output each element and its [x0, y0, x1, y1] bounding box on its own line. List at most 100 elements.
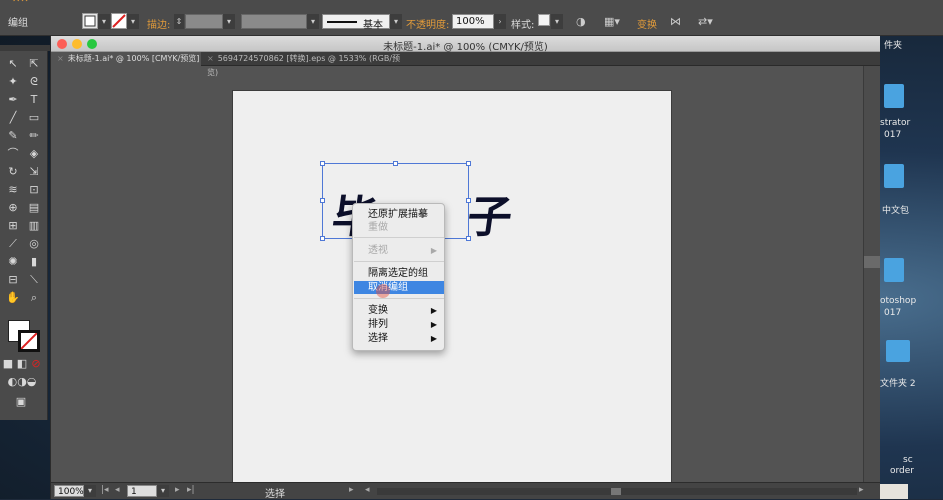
stroke-dropdown[interactable]: ▾	[127, 14, 139, 29]
line-tool-icon[interactable]: ╱	[4, 111, 22, 125]
stroke-weight-label[interactable]: 描边:	[147, 16, 170, 31]
align-grid-icon[interactable]: ▦▾	[604, 15, 620, 28]
resize-handle[interactable]	[320, 161, 325, 166]
rectangle-tool-icon[interactable]: ▭	[25, 111, 43, 125]
tab-document-2[interactable]: ×5694724570862 [转换].eps @ 1533% (RGB/预览)	[201, 52, 411, 66]
scroll-thumb[interactable]	[864, 256, 880, 268]
none-mode-icon[interactable]: ⊘	[30, 357, 42, 371]
blob-brush-tool-icon[interactable]: ⌒	[4, 147, 22, 161]
artboard-dropdown[interactable]: ▾	[157, 485, 169, 497]
column-graph-tool-icon[interactable]: ▮	[25, 255, 43, 269]
stroke-weight-field[interactable]	[185, 14, 223, 29]
close-tab-icon[interactable]: ×	[207, 54, 214, 63]
gradient-tool-icon[interactable]: ▥	[25, 219, 43, 233]
screen-mode-icon[interactable]: ▣	[12, 395, 30, 409]
mesh-tool-icon[interactable]: ⊞	[4, 219, 22, 233]
transform-link[interactable]: 变换	[637, 16, 657, 31]
submenu-arrow-icon: ▶	[431, 304, 437, 317]
resize-handle[interactable]	[466, 198, 471, 203]
eyedropper-tool-icon[interactable]: ⟋	[4, 237, 22, 251]
vertical-scrollbar[interactable]	[863, 66, 880, 482]
close-tab-icon[interactable]: ×	[57, 54, 64, 63]
isolate-icon[interactable]: ⋈	[670, 15, 681, 28]
menu-separator	[354, 237, 444, 238]
variable-width-dropdown[interactable]: ▾	[307, 14, 319, 29]
fill-dropdown[interactable]: ▾	[98, 14, 110, 29]
stroke-weight-stepper[interactable]: ⇕	[174, 14, 184, 29]
resize-handle[interactable]	[320, 236, 325, 241]
direct-selection-tool-icon[interactable]: ⇱	[25, 57, 43, 71]
next-artboard-icon[interactable]: ▸	[175, 485, 180, 495]
color-mode-icon[interactable]: ■	[2, 357, 14, 371]
hand-tool-icon[interactable]: ✋	[4, 291, 22, 305]
blend-tool-icon[interactable]: ◎	[25, 237, 43, 251]
window-title: 未标题-1.ai* @ 100% (CMYK/预览)	[51, 38, 880, 53]
zoom-tool-icon[interactable]: ⌕	[25, 291, 43, 305]
shape-builder-tool-icon[interactable]: ⊕	[4, 201, 22, 215]
resize-handle[interactable]	[320, 198, 325, 203]
perspective-grid-tool-icon[interactable]: ▤	[25, 201, 43, 215]
artboard[interactable]: 毕 子	[232, 90, 672, 490]
opacity-dropdown[interactable]: ›	[494, 14, 506, 29]
gradient-mode-icon[interactable]: ◧	[16, 357, 28, 371]
slice-tool-icon[interactable]: ⟍	[25, 273, 43, 287]
zoom-dropdown[interactable]: ▾	[84, 485, 96, 497]
fill-swatch[interactable]	[82, 13, 98, 29]
tab-document-1[interactable]: ×未标题-1.ai* @ 100% [CMYK/预览]	[51, 52, 201, 66]
desktop-folder-icon[interactable]	[886, 340, 910, 362]
scroll-left-icon[interactable]: ◂	[365, 485, 370, 495]
resize-handle[interactable]	[393, 161, 398, 166]
menu-item-isolate-group[interactable]: 隔离选定的组	[354, 267, 444, 280]
stroke-line-preview	[327, 21, 357, 23]
selection-tool-icon[interactable]: ↖	[4, 57, 22, 71]
menu-item-select[interactable]: 选择▶	[354, 332, 444, 345]
desktop-folder-icon[interactable]	[884, 164, 904, 188]
desktop-folder-icon[interactable]	[884, 84, 904, 108]
menu-item-undo-expand-trace[interactable]: 还原扩展描摹	[354, 208, 444, 221]
draw-mode-icon[interactable]: ◐◑◒	[2, 375, 42, 389]
stroke-none-icon	[112, 14, 126, 28]
desktop-label: order	[890, 466, 914, 476]
stroke-swatch[interactable]	[111, 13, 127, 29]
graphic-style-swatch[interactable]	[538, 14, 550, 26]
brush-profile-field[interactable]: 基本	[322, 14, 390, 29]
free-transform-tool-icon[interactable]: ⊡	[25, 183, 43, 197]
resize-handle[interactable]	[466, 236, 471, 241]
menu-item-arrange[interactable]: 排列▶	[354, 318, 444, 331]
opacity-label[interactable]: 不透明度:	[406, 16, 449, 31]
menu-item-ungroup[interactable]: 取消编组	[354, 281, 444, 294]
variable-width-field[interactable]	[241, 14, 307, 29]
status-menu-icon[interactable]: ▸	[349, 485, 354, 495]
desktop-folder-icon[interactable]	[884, 258, 904, 282]
h-scroll-thumb[interactable]	[611, 488, 621, 495]
scale-tool-icon[interactable]: ⇲	[25, 165, 43, 179]
graphic-style-dropdown[interactable]: ▾	[551, 14, 563, 29]
horizontal-scrollbar[interactable]	[377, 488, 857, 495]
last-artboard-icon[interactable]: ▸|	[187, 485, 195, 495]
stroke-weight-dropdown[interactable]: ▾	[223, 14, 235, 29]
rotate-tool-icon[interactable]: ↻	[4, 165, 22, 179]
previous-artboard-icon[interactable]: ◂	[115, 485, 120, 495]
artboard-number-field[interactable]: 1	[127, 485, 157, 497]
stroke-color-box[interactable]	[18, 330, 40, 352]
magic-wand-tool-icon[interactable]: ✦	[4, 75, 22, 89]
panel-menu-icon[interactable]: ⇄▾	[698, 15, 713, 28]
first-artboard-icon[interactable]: |◂	[101, 485, 109, 495]
recolor-icon[interactable]: ◑	[576, 15, 586, 28]
pencil-tool-icon[interactable]: ✏	[25, 129, 43, 143]
brush-profile-dropdown[interactable]: ▾	[390, 14, 402, 29]
scroll-right-icon[interactable]: ▸	[859, 485, 864, 495]
zoom-field[interactable]: 100%	[54, 485, 84, 497]
width-tool-icon[interactable]: ≋	[4, 183, 22, 197]
symbol-sprayer-tool-icon[interactable]: ✺	[4, 255, 22, 269]
lasso-tool-icon[interactable]: ᘓ	[25, 75, 43, 89]
resize-handle[interactable]	[466, 161, 471, 166]
artboard-tool-icon[interactable]: ⊟	[4, 273, 22, 287]
type-tool-icon[interactable]: T	[25, 93, 43, 107]
opacity-input[interactable]: 100%	[452, 14, 494, 29]
pen-tool-icon[interactable]: ✒	[4, 93, 22, 107]
eraser-tool-icon[interactable]: ◈	[25, 147, 43, 161]
panel-grip[interactable]	[0, 45, 50, 51]
paintbrush-tool-icon[interactable]: ✎	[4, 129, 22, 143]
menu-item-transform[interactable]: 变换▶	[354, 304, 444, 317]
